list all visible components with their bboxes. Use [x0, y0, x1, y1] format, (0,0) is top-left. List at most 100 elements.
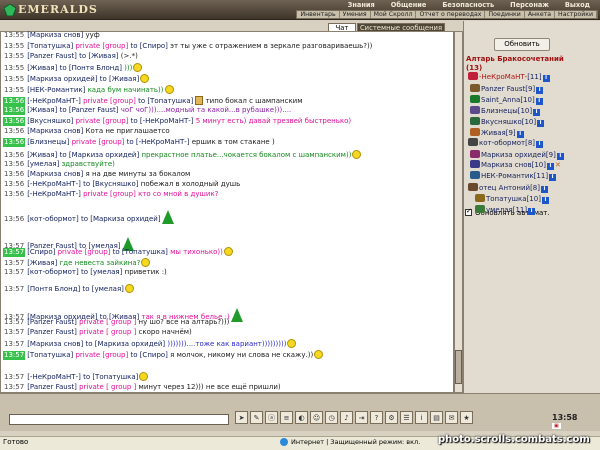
message-recipient[interactable]: to [Живая] [98, 75, 139, 83]
menu-item-security[interactable]: Безопасность [434, 1, 502, 10]
private-marker[interactable]: private [group] [81, 190, 136, 198]
user-name[interactable]: -НеКроМаНТ- [479, 73, 527, 81]
message-author[interactable]: [-НеКроМаНТ-] [27, 97, 81, 105]
message-input[interactable] [9, 414, 229, 425]
message-recipient[interactable]: to [Живая] [77, 52, 118, 60]
message-author[interactable]: [Вкусняшко] [27, 117, 73, 125]
message-author[interactable]: [Panzer Faust] [27, 328, 77, 336]
message-author[interactable]: [Маркиза орхидей] [27, 75, 97, 83]
message-author[interactable]: [Маркиза снов] [27, 340, 83, 348]
message-author[interactable]: [Маркиза снов] [27, 127, 83, 135]
message-recipient[interactable]: to [-НеКроМаНТ-] [124, 138, 190, 146]
exit-icon[interactable]: ⇥ [355, 411, 368, 424]
private-marker[interactable]: private [ group ] [77, 328, 136, 336]
user-info-icon[interactable]: i [541, 197, 549, 204]
smiley-icon[interactable]: ☺ [310, 411, 323, 424]
private-marker[interactable]: private [ group ] [77, 318, 136, 326]
settings-icon[interactable]: ⚙ [385, 411, 398, 424]
room-user[interactable]: Живая[9] i [470, 128, 524, 138]
room-user[interactable]: умелая[11] i [475, 205, 536, 215]
message-author[interactable]: [Panzer Faust] [27, 318, 77, 326]
message-author[interactable]: [Близнецы] [27, 138, 69, 146]
menu-item-exit[interactable]: Выход [557, 1, 598, 10]
clock-icon[interactable]: ◷ [325, 411, 338, 424]
message-recipient[interactable]: to [Panzer Faust] [57, 106, 119, 114]
message-author[interactable]: [кот-обормот] [27, 268, 79, 276]
user-info-icon[interactable]: i [535, 98, 543, 105]
user-name[interactable]: кот-обормот [479, 139, 525, 147]
message-author[interactable]: [Понтя Блонд] [27, 285, 80, 293]
message-author[interactable]: [Живая] [27, 259, 57, 267]
message-recipient[interactable]: to [Маркиза орхидей] [79, 215, 161, 223]
send-icon[interactable]: ➤ [235, 411, 248, 424]
message-recipient[interactable]: to [-НеКроМаНТ-] [128, 117, 194, 125]
user-name[interactable]: умелая [486, 206, 513, 214]
info-icon[interactable]: i [415, 411, 428, 424]
submenu-inventory[interactable]: Инвентарь [297, 11, 340, 18]
mail-icon[interactable]: ✉ [445, 411, 458, 424]
private-marker[interactable]: private [group] [73, 351, 128, 359]
gift-icon[interactable]: ★ [460, 411, 473, 424]
message-author[interactable]: [НЕК-Романтик] [27, 86, 85, 94]
log-icon[interactable]: ▤ [430, 411, 443, 424]
room-user[interactable]: Маркиза снов[10] i ✕ [470, 160, 561, 170]
room-user[interactable]: Saint_Anna[10] i [470, 95, 543, 105]
user-info-icon[interactable]: i [536, 87, 544, 94]
user-info-icon[interactable]: i [528, 208, 536, 215]
user-name[interactable]: Маркиза снов [481, 161, 532, 169]
room-user[interactable]: отец Антоний[8] i [468, 183, 548, 193]
submenu-my-scroll[interactable]: Мой Скролл [371, 11, 417, 18]
menu-item-knowledge[interactable]: Знания [340, 1, 383, 10]
message-recipient[interactable]: to [Вкусняшко] [81, 180, 138, 188]
message-recipient[interactable]: to [умелая] [80, 285, 123, 293]
room-user[interactable]: Panzer Faust[9] i [470, 84, 544, 94]
user-name[interactable]: Топатушка [486, 195, 527, 203]
user-info-icon[interactable]: i [516, 131, 524, 138]
submenu-profile[interactable]: Анкета [525, 11, 556, 18]
room-user[interactable]: Топатушка[10] i [475, 194, 549, 204]
message-recipient[interactable]: to [Топатушка] [136, 97, 193, 105]
private-marker[interactable]: private [group] [55, 248, 111, 256]
menu-item-communication[interactable]: Общение [383, 1, 435, 10]
submenu-transfers-report[interactable]: Отчет о переводах [416, 11, 486, 18]
menu-item-character[interactable]: Персонаж [502, 1, 557, 10]
user-name[interactable]: НЕК-Романтик [481, 172, 534, 180]
scrollbar-thumb[interactable] [455, 350, 462, 384]
user-info-icon[interactable]: i [549, 174, 557, 181]
message-author[interactable]: [Топатушка] [27, 42, 73, 50]
room-user[interactable]: Маркиза орхидей[9] i [470, 150, 564, 160]
user-info-icon[interactable]: i [556, 153, 564, 160]
submenu-duels[interactable]: Поединки [485, 11, 525, 18]
message-author[interactable]: [Panzer Faust] [27, 52, 77, 60]
message-recipient[interactable]: to [Спиро] [128, 351, 167, 359]
user-name[interactable]: Saint_Anna [481, 96, 520, 104]
user-name[interactable]: Вкусняшко [481, 118, 522, 126]
private-marker[interactable]: private [group] [73, 42, 128, 50]
message-recipient[interactable]: to [умелая] [79, 268, 122, 276]
help-icon[interactable]: ? [370, 411, 383, 424]
message-author[interactable]: [-НеКроМаНТ-] [27, 190, 81, 198]
user-info-icon[interactable]: i [537, 120, 545, 127]
message-author[interactable]: [-НеКроМаНТ-] [27, 373, 81, 381]
message-author[interactable]: [Живая] [27, 64, 57, 72]
clear-icon[interactable]: ✎ [250, 411, 263, 424]
room-user[interactable]: -НеКроМаНТ-[11] i [468, 72, 550, 82]
message-author[interactable]: [Живая] [27, 106, 57, 114]
message-recipient[interactable]: to [Топатушка] [81, 373, 138, 381]
submenu-settings[interactable]: Настройки [555, 11, 597, 18]
user-info-icon[interactable]: i [540, 186, 548, 193]
user-info-icon[interactable]: i [536, 141, 544, 148]
sound-icon[interactable]: ♪ [340, 411, 353, 424]
message-recipient[interactable]: to [Маркиза орхидей] [83, 340, 166, 348]
private-marker[interactable]: private [group] [81, 97, 136, 105]
user-info-icon[interactable]: i [542, 75, 550, 82]
options-icon[interactable]: ☰ [400, 411, 413, 424]
message-author[interactable]: [Топатушка] [27, 351, 73, 359]
private-marker[interactable]: private [ group ] [77, 383, 136, 391]
message-author[interactable]: [Маркиза снов] [27, 31, 83, 39]
message-recipient[interactable]: to [Маркиза орхидей] [57, 151, 140, 159]
room-user[interactable]: кот-обормот[8] i [468, 138, 544, 148]
message-author[interactable]: [-НеКроМаНТ-] [27, 180, 81, 188]
message-recipient[interactable]: to [Понтя Блонд] [57, 64, 122, 72]
user-name[interactable]: Маркиза орхидей [481, 151, 546, 159]
